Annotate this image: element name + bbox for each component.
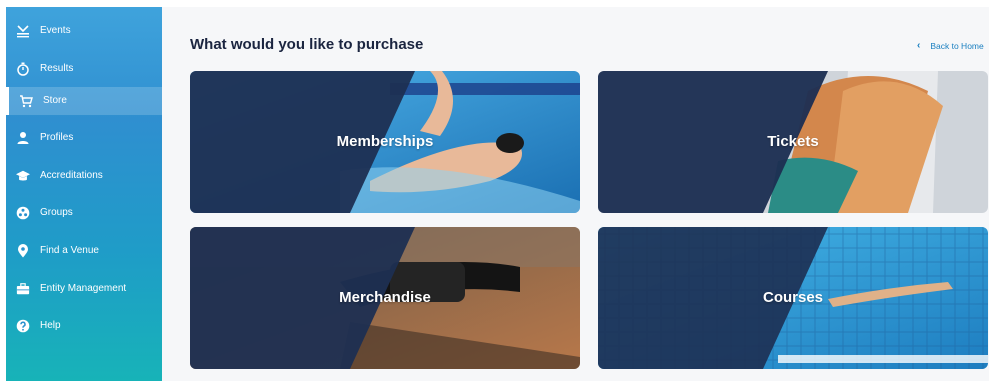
sidebar-item-label: Events (40, 25, 71, 36)
memberships-card[interactable]: Memberships (190, 71, 580, 213)
sidebar-item-label: Help (40, 320, 61, 331)
groups-icon (16, 206, 30, 220)
sidebar-item-find-a-venue[interactable]: Find a Venue (6, 237, 162, 265)
page-title: What would you like to purchase (190, 36, 424, 53)
merchandise-label: Merchandise (339, 289, 431, 306)
sidebar-item-events[interactable]: Events (6, 17, 162, 45)
sidebar-item-label: Groups (40, 207, 73, 218)
sidebar: Events Results Store Profiles Accreditat… (6, 7, 162, 381)
sidebar-item-accreditations[interactable]: Accreditations (6, 162, 162, 190)
chevron-left-icon: ‹ (917, 40, 921, 51)
sidebar-item-results[interactable]: Results (6, 55, 162, 83)
tickets-card[interactable]: Tickets (598, 71, 988, 213)
sidebar-item-label: Accreditations (40, 170, 103, 181)
graduation-cap-icon (16, 169, 30, 183)
sidebar-item-store[interactable]: Store (6, 87, 162, 115)
person-icon (16, 131, 30, 145)
courses-label: Courses (762, 289, 824, 306)
sidebar-item-label: Profiles (40, 132, 74, 143)
briefcase-icon (16, 282, 30, 296)
sidebar-item-label: Results (40, 63, 74, 74)
sidebar-item-groups[interactable]: Groups (6, 199, 162, 227)
tickets-label: Tickets (767, 133, 819, 150)
stopwatch-icon (16, 62, 30, 76)
main-content: What would you like to purchase ‹ Back t… (162, 7, 989, 381)
sidebar-item-entity-management[interactable]: Entity Management (6, 275, 162, 303)
sidebar-item-label: Entity Management (40, 283, 127, 294)
memberships-label: Memberships (336, 133, 434, 150)
sidebar-item-profiles[interactable]: Profiles (6, 124, 162, 152)
sidebar-item-label: Find a Venue (40, 245, 99, 256)
courses-card[interactable]: Courses (598, 227, 988, 369)
merchandise-card[interactable]: Merchandise (190, 227, 580, 369)
sidebar-item-help[interactable]: Help (6, 312, 162, 340)
back-to-home-label: Back to Home (930, 40, 984, 51)
sidebar-item-label: Store (43, 95, 67, 106)
location-pin-icon (16, 244, 30, 258)
help-icon (16, 319, 30, 333)
events-icon (16, 24, 30, 38)
cart-icon (19, 94, 33, 108)
back-to-home-link[interactable]: ‹ Back to Home (917, 40, 984, 51)
